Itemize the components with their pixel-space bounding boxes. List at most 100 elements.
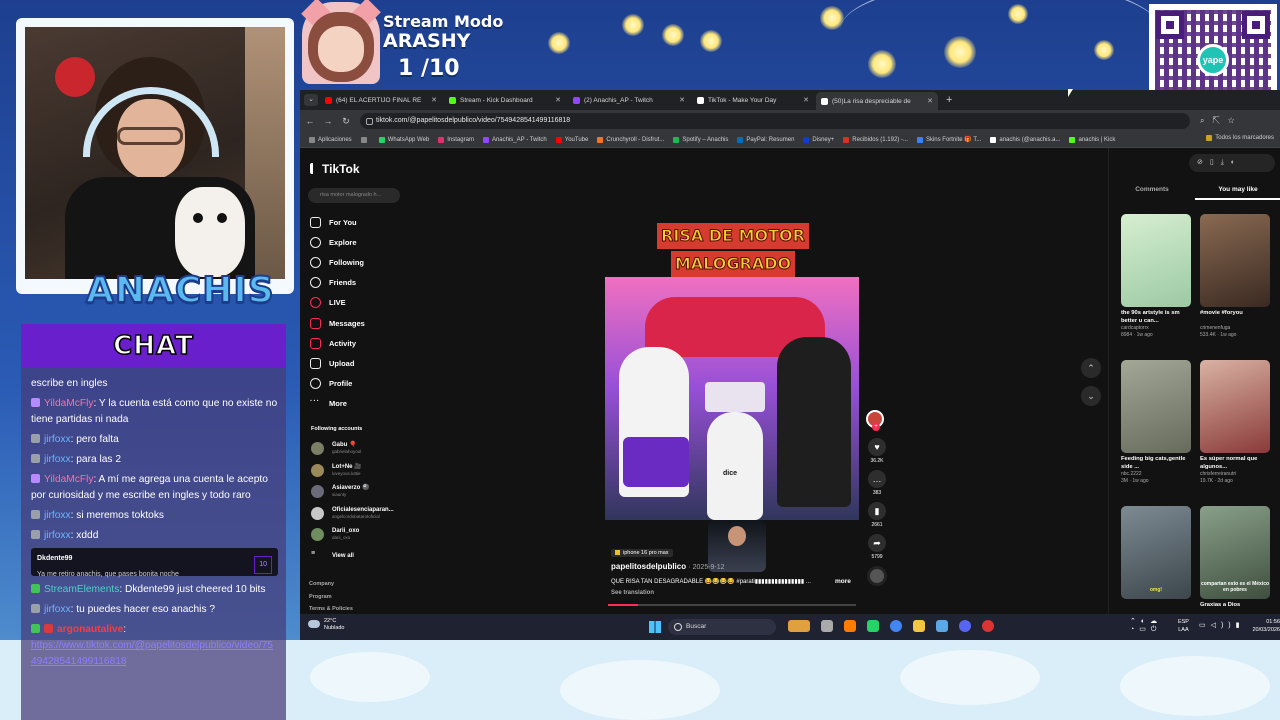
forward-icon[interactable]: → bbox=[320, 116, 336, 126]
view-all-link[interactable]: ≡ View all bbox=[311, 546, 394, 568]
bookmark[interactable]: Crunchyroll - Disfrut... bbox=[597, 136, 664, 143]
chat-link[interactable]: https://www.tiktok.com/@papelitosdelpubl… bbox=[31, 638, 278, 670]
nav-explore[interactable]: Explore bbox=[310, 232, 365, 252]
tiktok-logo[interactable]: TikTok bbox=[310, 162, 360, 176]
bookmark[interactable]: Aplicaciones bbox=[309, 136, 352, 143]
clock[interactable]: 01:56 20/03/2026 bbox=[1252, 618, 1280, 634]
browser-tab-active[interactable]: (50)La risa despreciable de ✕ bbox=[816, 92, 938, 110]
previous-video-button[interactable]: ⌃ bbox=[1081, 358, 1101, 378]
following-account[interactable]: Lot+Ne 🎥 loveyous.lottie bbox=[311, 460, 394, 482]
address-bar-icons[interactable]: ⌕⇱☆ bbox=[1200, 116, 1242, 126]
bookmark[interactable]: Anachis_AP - Twitch bbox=[482, 136, 547, 143]
video-progress-bar[interactable] bbox=[608, 604, 856, 606]
footer-link[interactable]: Program bbox=[309, 591, 353, 604]
reload-icon[interactable]: ↻ bbox=[338, 116, 354, 127]
chat-username: argonautalive bbox=[57, 624, 124, 635]
bookmark[interactable]: anachis (@anachis.a... bbox=[990, 136, 1060, 143]
chat-message: YildaMcFly: Y la cuenta está como que no… bbox=[31, 396, 278, 428]
following-account[interactable]: Asiaverzo 🎱 siaunty bbox=[311, 481, 394, 503]
bookmark-action[interactable]: ▮ 2661 bbox=[866, 502, 888, 528]
widgets-icon[interactable] bbox=[788, 620, 810, 632]
folder-icon bbox=[1206, 135, 1213, 141]
panel-toolbar[interactable]: ⊘▯⤓◐ bbox=[1189, 154, 1275, 172]
browser-tab[interactable]: Stream - Kick Dashboard ✕ bbox=[444, 92, 566, 108]
browser-tab[interactable]: (2) Anachis_AP - Twitch ✕ bbox=[568, 92, 690, 108]
nav-upload[interactable]: Upload bbox=[310, 353, 365, 373]
close-tab-icon[interactable]: ✕ bbox=[927, 97, 933, 105]
file-explorer-icon[interactable] bbox=[913, 620, 925, 632]
apps-icon bbox=[309, 136, 315, 143]
chrome-icon[interactable] bbox=[890, 620, 902, 632]
bookmark[interactable]: YouTube bbox=[555, 136, 588, 143]
language-indicator[interactable]: ESP LAA bbox=[1178, 618, 1189, 634]
back-icon[interactable]: ← bbox=[302, 116, 318, 126]
comment-action[interactable]: … 383 bbox=[866, 470, 888, 496]
url-input[interactable]: tiktok.com/@papelitosdelpublico/video/75… bbox=[360, 113, 1190, 129]
tray-icons[interactable]: ⌃◐☁◔▭⏻ bbox=[1130, 618, 1172, 634]
nav-messages[interactable]: Messages bbox=[310, 313, 365, 333]
next-video-button[interactable]: ⌄ bbox=[1081, 386, 1101, 406]
recommended-video[interactable]: #movie #foryou crimenenfuga 533.4K · 1w … bbox=[1200, 214, 1270, 339]
bookmark[interactable]: anachis | Kick bbox=[1069, 136, 1115, 143]
recommended-video[interactable]: compartan esto es el México en pobres Gr… bbox=[1200, 506, 1270, 617]
chat-username: jirfoxx bbox=[44, 434, 71, 445]
recommended-video[interactable]: the 90s artstyle is sm better u can... c… bbox=[1121, 214, 1191, 339]
close-tab-icon[interactable]: ✕ bbox=[803, 96, 809, 104]
bookmark[interactable]: Recibidos (1.192) -... bbox=[843, 136, 908, 143]
whatsapp-icon[interactable] bbox=[867, 620, 879, 632]
creator-avatar-follow[interactable] bbox=[866, 410, 884, 431]
volume-network-icons[interactable]: ▭◁))▮ bbox=[1199, 622, 1245, 630]
new-tab-icon[interactable]: + bbox=[946, 94, 952, 106]
tab-you-may-like[interactable]: You may like bbox=[1195, 186, 1280, 200]
video-author[interactable]: papelitosdelpublico · 2025-9-12 bbox=[611, 562, 725, 571]
footer-link[interactable]: Company bbox=[309, 578, 353, 591]
close-tab-icon[interactable]: ✕ bbox=[679, 96, 685, 104]
taskbar-search[interactable]: Buscar bbox=[668, 619, 776, 635]
nav-friends[interactable]: Friends bbox=[310, 273, 365, 293]
recommended-video[interactable]: Feeding big cats,gentle side ... nbc.222… bbox=[1121, 360, 1191, 485]
following-account[interactable]: Oficialesenciaparan... angelcordobataroto… bbox=[311, 503, 394, 525]
video-thumbnail: compartan esto es el México en pobres bbox=[1200, 506, 1270, 599]
all-bookmarks[interactable]: Todos los marcadores bbox=[1206, 135, 1274, 141]
notepad-icon[interactable] bbox=[936, 620, 948, 632]
task-view-icon[interactable] bbox=[821, 620, 833, 632]
bookmark[interactable]: Spotify – Anachis bbox=[673, 136, 728, 143]
recommended-video[interactable]: Es súper normal que algunos... chrisferr… bbox=[1200, 360, 1270, 485]
browser-tab[interactable]: (64) EL ACERTIJO FINAL RE ✕ bbox=[320, 92, 442, 108]
recommended-video[interactable]: omg! bbox=[1121, 506, 1191, 599]
illustrator-icon[interactable] bbox=[844, 620, 856, 632]
close-tab-icon[interactable]: ✕ bbox=[431, 96, 437, 104]
tiktok-search-input[interactable]: risa motor malogrado h... bbox=[308, 188, 400, 203]
following-account[interactable]: Darii_oxo darii_oxo bbox=[311, 524, 394, 546]
discord-icon[interactable] bbox=[959, 620, 971, 632]
like-action[interactable]: ♥ 36.2K bbox=[866, 438, 888, 464]
tab-search-icon[interactable]: ⌄ bbox=[304, 94, 318, 106]
more-button[interactable]: more bbox=[835, 578, 851, 585]
nav-following[interactable]: Following bbox=[310, 252, 365, 272]
nav-live[interactable]: LIVE bbox=[310, 293, 365, 313]
music-disc-icon[interactable] bbox=[867, 566, 887, 586]
nav-activity[interactable]: Activity bbox=[310, 333, 365, 353]
browser-tab[interactable]: TikTok - Make Your Day ✕ bbox=[692, 92, 814, 108]
following-account[interactable]: Gabu 🎈 gabrielahoyool bbox=[311, 438, 394, 460]
bookmark[interactable]: Skins Fortnite 🎁 T... bbox=[916, 136, 981, 143]
windows-start-icon[interactable] bbox=[649, 621, 661, 633]
tab-comments[interactable]: Comments bbox=[1109, 186, 1195, 200]
avatar bbox=[311, 528, 324, 542]
bookmark[interactable]: PayPal: Resumen bbox=[737, 136, 794, 143]
video-player[interactable]: dice bbox=[605, 277, 859, 520]
weather-widget[interactable]: 22°C Nublado bbox=[308, 618, 345, 632]
nav-profile[interactable]: Profile bbox=[310, 374, 365, 394]
close-tab-icon[interactable]: ✕ bbox=[555, 96, 561, 104]
bookmark[interactable]: WhatsApp Web bbox=[378, 136, 429, 143]
bookmark[interactable] bbox=[360, 136, 370, 143]
badge-icon bbox=[31, 510, 40, 519]
see-translation-link[interactable]: See translation bbox=[611, 590, 654, 596]
bookmark[interactable]: Disney+ bbox=[803, 136, 834, 143]
video-tag[interactable]: iphone 16 pro max bbox=[611, 549, 673, 557]
nav-for-you[interactable]: For You bbox=[310, 212, 365, 232]
bookmark[interactable]: Instagram bbox=[438, 136, 474, 143]
nav-more[interactable]: ··· More bbox=[310, 394, 365, 414]
share-action[interactable]: ➦ 5799 bbox=[866, 534, 888, 560]
obs-icon[interactable] bbox=[982, 620, 994, 632]
